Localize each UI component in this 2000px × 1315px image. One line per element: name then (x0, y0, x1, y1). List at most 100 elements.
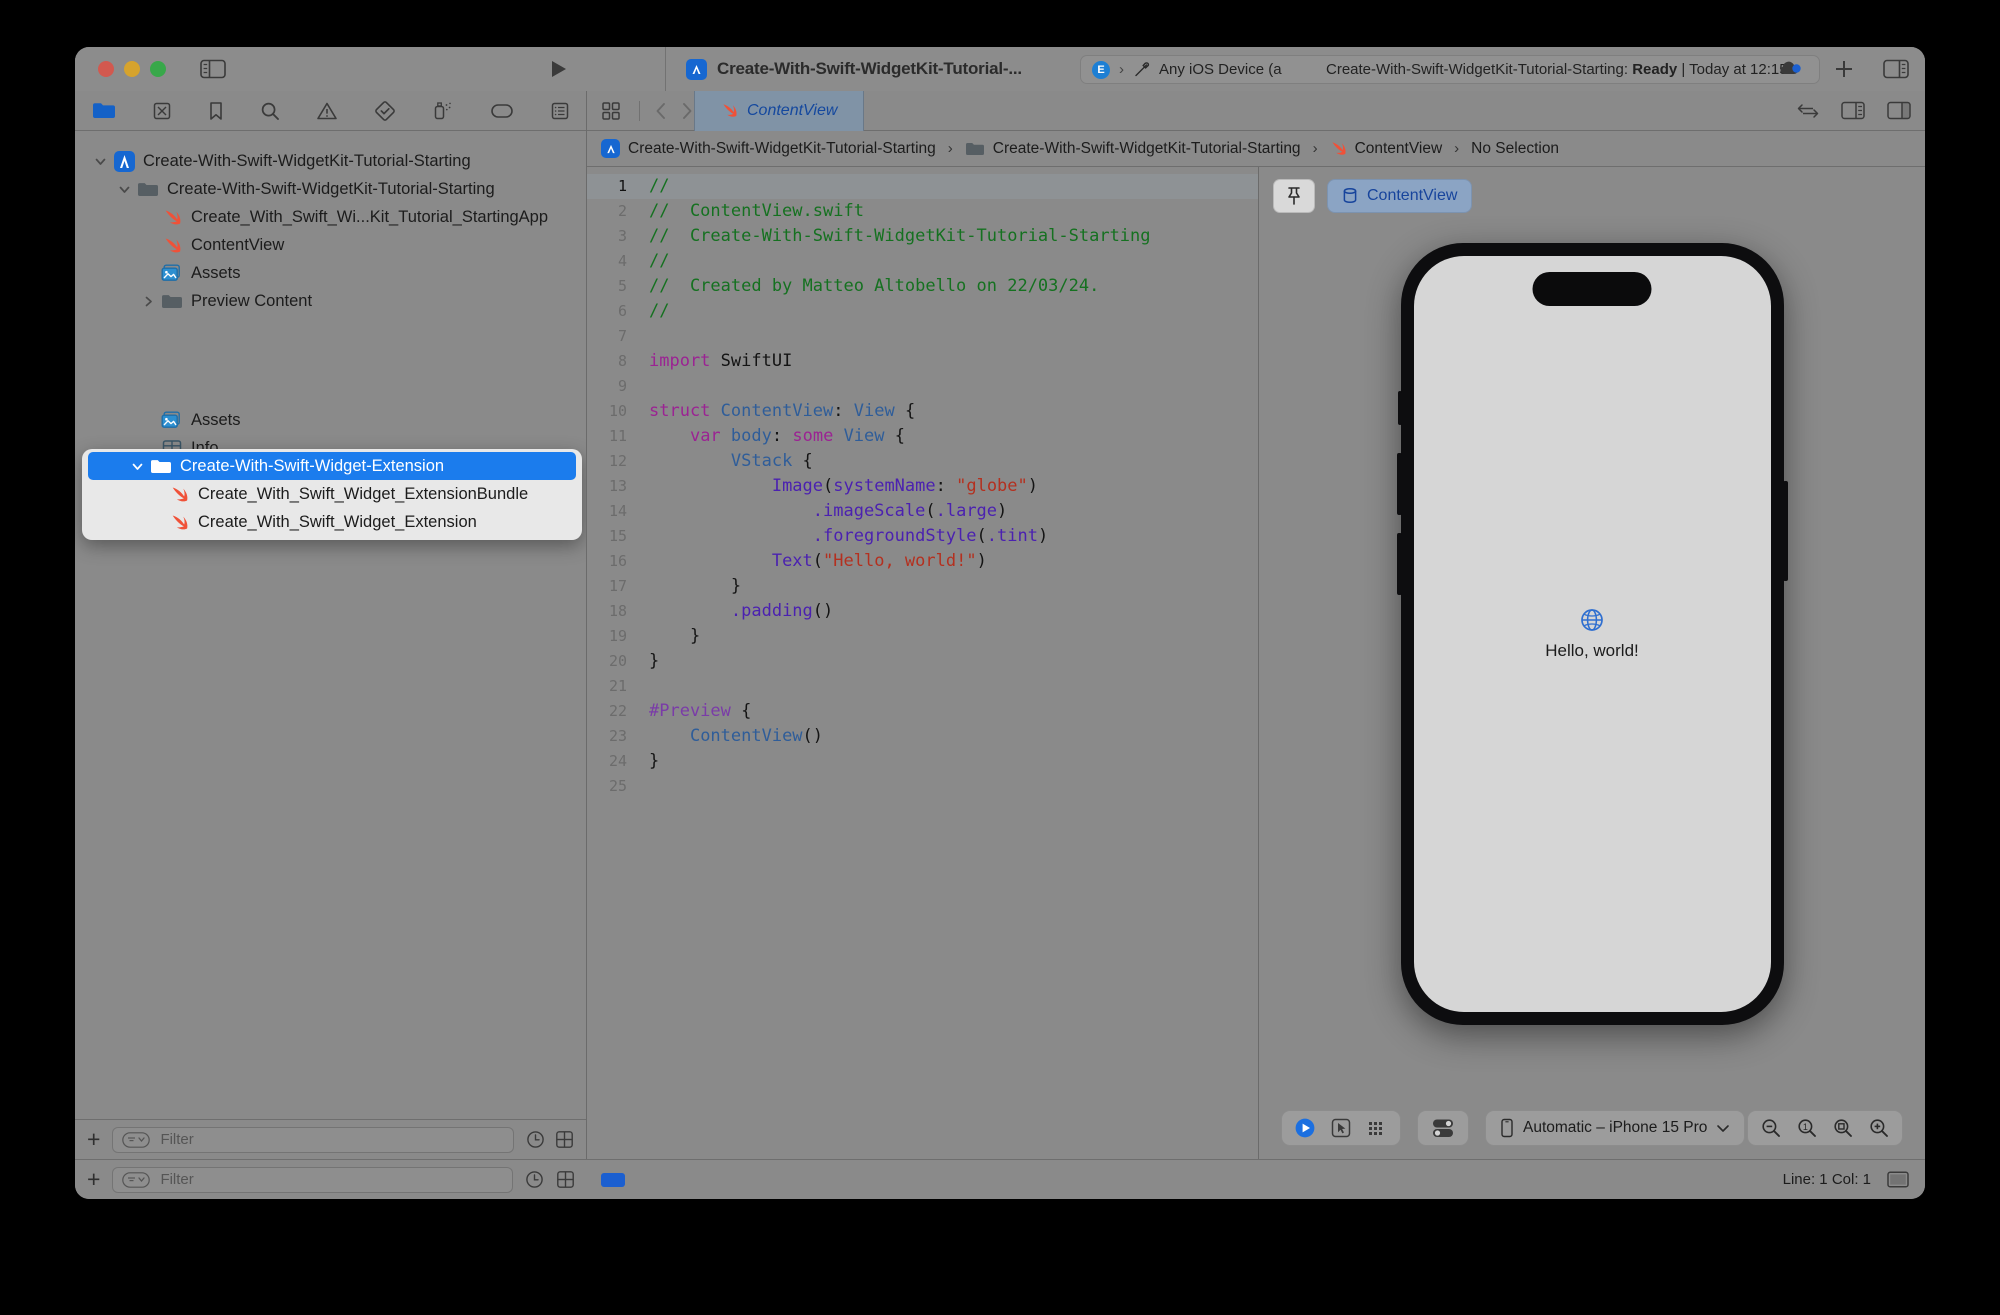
canvas-toggle-icon[interactable] (1887, 101, 1911, 120)
code-line[interactable]: 13 Image(systemName: "globe") (587, 474, 1258, 499)
right-inspector-toggle-icon[interactable] (1883, 59, 1909, 79)
status-scheme-group[interactable]: E › Any iOS Device (a (1081, 60, 1326, 79)
code-line[interactable]: 3 // Create-With-Swift-WidgetKit-Tutorial… (587, 224, 1258, 249)
report-list-icon[interactable] (550, 101, 570, 121)
add-file-button[interactable]: + (87, 1128, 100, 1151)
code-line[interactable]: 5 // Created by Matteo Altobello on 22/03… (587, 274, 1258, 299)
appearance-toggle-group (1417, 1110, 1469, 1146)
zoom-fit-icon[interactable] (1832, 1117, 1854, 1139)
code-line[interactable]: 11 var body: some View { (587, 424, 1258, 449)
status-filter-input[interactable]: Filter (112, 1166, 513, 1193)
tree-row[interactable]: Create_With_Swift_Widget_Extension (82, 508, 582, 536)
source-control-filter-icon[interactable] (555, 1130, 574, 1149)
filter-lines-icon[interactable] (122, 1171, 151, 1188)
zoom-actual-size-icon[interactable]: 1 (1796, 1117, 1818, 1139)
disclosure-triangle-closed[interactable] (137, 295, 159, 308)
tree-row[interactable]: Create_With_Swift_Widget_ExtensionBundle (82, 480, 582, 508)
code-line[interactable]: 10 struct ContentView: View { (587, 399, 1258, 424)
editor-grid-icon[interactable] (601, 101, 621, 121)
plus-icon[interactable] (1833, 58, 1855, 80)
editor-options-icon[interactable] (1797, 103, 1819, 119)
chevron-down-icon[interactable] (1716, 1123, 1730, 1133)
code-line[interactable]: 20} (587, 649, 1258, 674)
tree-row[interactable]: Preview Content (75, 287, 586, 315)
code-line[interactable]: 7 (587, 324, 1258, 349)
code-line[interactable]: 22 #Preview { (587, 699, 1258, 724)
breadcrumb-crumb-2[interactable]: ContentView (1330, 140, 1442, 158)
tree-row[interactable]: Create-With-Swift-WidgetKit-Tutorial-Sta… (75, 147, 586, 175)
cursor-select-icon[interactable] (1330, 1117, 1352, 1139)
toolbar-right-group (1777, 47, 1909, 91)
code-line[interactable]: 21 (587, 674, 1258, 699)
bookmark-icon[interactable] (208, 101, 224, 121)
code-line[interactable]: 25 (587, 774, 1258, 799)
code-line[interactable]: 4 // (587, 249, 1258, 274)
code-line[interactable]: 18 .padding() (587, 599, 1258, 624)
source-control-filter-icon[interactable] (556, 1170, 575, 1189)
filter-lines-icon[interactable] (122, 1131, 151, 1148)
disclosure-triangle-open[interactable] (113, 183, 135, 196)
code-line[interactable]: 17 } (587, 574, 1258, 599)
code-line[interactable]: 8 import SwiftUI (587, 349, 1258, 374)
debug-area-chip[interactable] (587, 1172, 1783, 1187)
source-control-icon[interactable] (152, 101, 172, 121)
breadcrumb-crumb-1[interactable]: Create-With-Swift-WidgetKit-Tutorial-Sta… (965, 140, 1301, 158)
code-line[interactable]: 1 // (587, 174, 1258, 199)
warning-triangle-icon[interactable] (316, 101, 338, 121)
variants-grid-icon[interactable] (1366, 1119, 1388, 1137)
tag-icon[interactable] (490, 103, 514, 119)
tree-row[interactable]: Assets (75, 259, 586, 287)
minimize-button[interactable] (124, 61, 140, 77)
code-lines[interactable]: 1 // 2 // ContentView.swift 3 // Create-With-… (587, 167, 1258, 799)
pin-icon[interactable] (1273, 179, 1315, 213)
clock-icon[interactable] (526, 1130, 545, 1149)
code-line[interactable]: 23 ContentView() (587, 724, 1258, 749)
spray-can-icon[interactable] (432, 100, 454, 122)
disclosure-triangle-open[interactable] (89, 155, 111, 168)
add-file-button[interactable]: + (87, 1168, 100, 1191)
tree-row[interactable]: Create-With-Swift-WidgetKit-Tutorial-Sta… (75, 175, 586, 203)
disclosure-triangle-open[interactable] (126, 460, 148, 473)
code-line[interactable]: 14 .imageScale(.large) (587, 499, 1258, 524)
chevron-left-icon[interactable] (654, 101, 668, 121)
code-line[interactable]: 19 } (587, 624, 1258, 649)
tab-contentview[interactable]: ContentView (694, 90, 865, 131)
split-editor-icon[interactable] (1841, 101, 1865, 120)
code-line[interactable]: 16 Text("Hello, world!") (587, 549, 1258, 574)
minimap-toggle-icon[interactable] (1887, 1171, 1909, 1188)
code-line[interactable]: 2 // ContentView.swift (587, 199, 1258, 224)
code-line[interactable]: 15 .foregroundStyle(.tint) (587, 524, 1258, 549)
appearance-toggle-icon[interactable] (1430, 1117, 1456, 1139)
breadcrumb-label-3[interactable]: No Selection (1471, 140, 1559, 158)
tree-row[interactable]: Create-With-Swift-Widget-Extension (88, 452, 576, 480)
sidebar-item-project-navigator[interactable] (92, 101, 116, 120)
close-button[interactable] (98, 61, 114, 77)
search-icon[interactable] (260, 101, 280, 121)
chevron-right-icon[interactable] (680, 101, 694, 121)
preview-selector-chip[interactable]: ContentView (1327, 179, 1473, 213)
device-screen[interactable]: Hello, world! (1413, 256, 1771, 1012)
filter-input[interactable]: Filter (112, 1126, 514, 1153)
code-line[interactable]: 9 (587, 374, 1258, 399)
breadcrumb-crumb-0[interactable]: Create-With-Swift-WidgetKit-Tutorial-Sta… (601, 139, 936, 158)
tree-row[interactable]: Create_With_Swift_Wi...Kit_Tutorial_Star… (75, 203, 586, 231)
scheme-selector[interactable]: Create-With-Swift-WidgetKit-Tutorial-... (665, 47, 1022, 91)
zoom-button[interactable] (150, 61, 166, 77)
code-line[interactable]: 24} (587, 749, 1258, 774)
run-button[interactable] (547, 58, 569, 80)
tree-row[interactable]: ContentView (75, 231, 586, 259)
tree-row[interactable]: Assets (75, 406, 586, 434)
zoom-out-icon[interactable] (1760, 1117, 1782, 1139)
code-line[interactable]: 6 // (587, 299, 1258, 324)
left-sidebar-toggle-icon[interactable] (200, 59, 226, 79)
clock-icon[interactable] (525, 1170, 544, 1189)
globe-icon (1579, 607, 1605, 633)
source-editor[interactable]: 1 // 2 // ContentView.swift 3 // Create-With-… (587, 167, 1259, 1159)
activity-status-pill[interactable]: E › Any iOS Device (a Create-With-Swift-… (1080, 55, 1820, 84)
diamond-check-icon[interactable] (374, 100, 396, 122)
play-circle-icon[interactable] (1294, 1117, 1316, 1139)
zoom-in-icon[interactable] (1868, 1117, 1890, 1139)
device-selector[interactable]: Automatic – iPhone 15 Pro (1485, 1110, 1746, 1146)
code-line[interactable]: 12 VStack { (587, 449, 1258, 474)
cloud-status-icon[interactable] (1777, 60, 1805, 78)
